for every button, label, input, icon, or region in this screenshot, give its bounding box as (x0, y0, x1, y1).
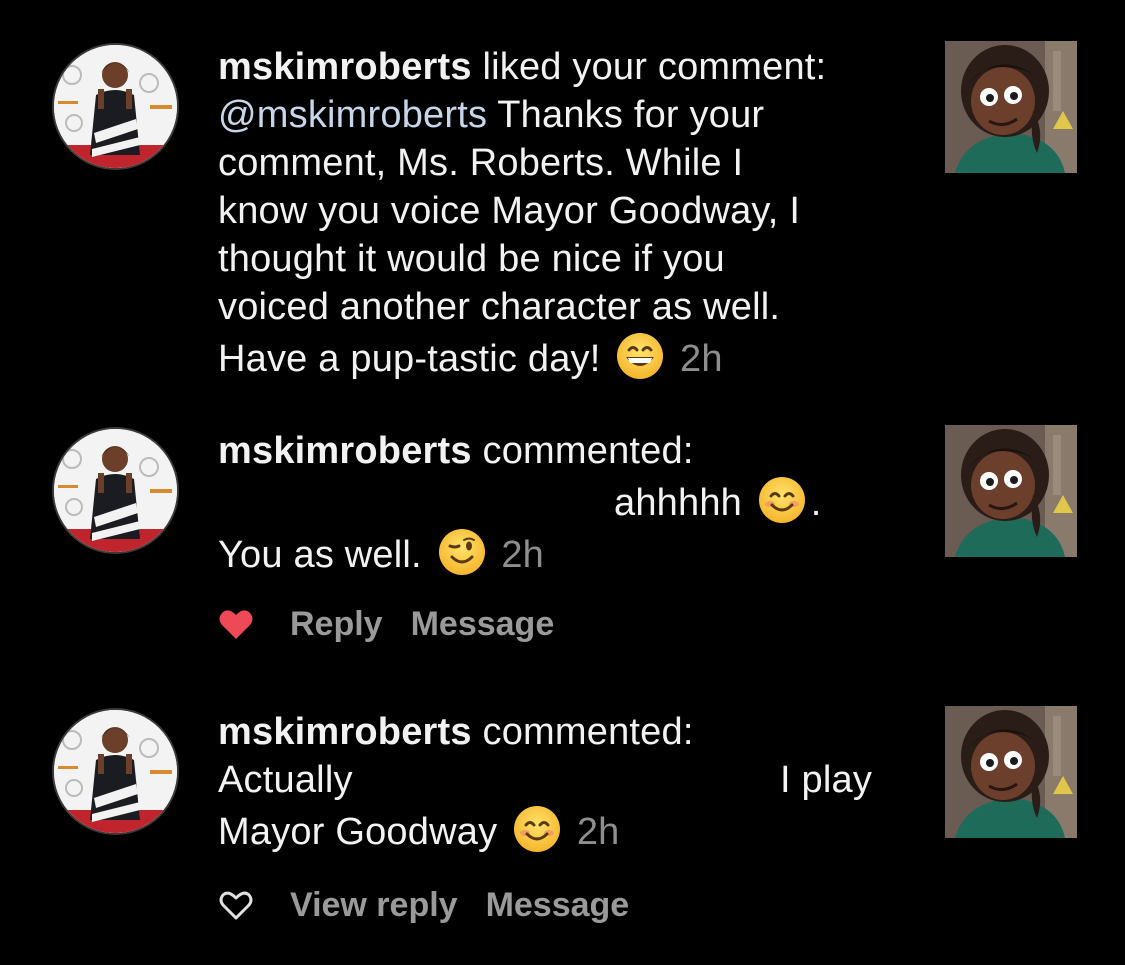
comment-text: voiced another character as well. (218, 286, 781, 328)
action-text: commented: (471, 430, 694, 472)
post-thumbnail[interactable] (945, 706, 1077, 838)
comment-text: comment, Ms. Roberts. While I (218, 142, 744, 184)
comment-actions: Reply Message (218, 599, 582, 649)
reply-button[interactable]: Reply (290, 605, 383, 644)
post-thumbnail[interactable] (945, 41, 1077, 173)
comment-text: ahhhhh (614, 482, 743, 524)
notification-text: mskimroberts commented: ahhhhh . You as … (218, 427, 918, 579)
username[interactable]: mskimroberts (218, 46, 472, 88)
comment-text: You as well. (218, 534, 422, 576)
heart-filled-icon[interactable] (218, 606, 254, 642)
action-text: liked your comment: (471, 46, 827, 88)
message-button[interactable]: Message (486, 886, 630, 925)
mention-link[interactable]: @mskimroberts (218, 94, 487, 136)
heart-outline-icon[interactable] (218, 887, 254, 923)
username[interactable]: mskimroberts (218, 711, 472, 753)
comment-text: . (810, 482, 822, 524)
notification-text: mskimroberts liked your comment: @mskimr… (218, 43, 918, 383)
comment-text: Have a pup-tastic day! (218, 338, 601, 380)
notification-liked-comment[interactable]: mskimroberts liked your comment: @mskimr… (0, 0, 1125, 400)
avatar[interactable] (52, 427, 179, 554)
username[interactable]: mskimroberts (218, 430, 472, 472)
message-button[interactable]: Message (411, 605, 555, 644)
post-thumbnail[interactable] (945, 425, 1077, 557)
comment-text: thought it would be nice if you (218, 238, 725, 280)
avatar[interactable] (52, 43, 179, 170)
timestamp: 2h (576, 811, 620, 853)
avatar[interactable] (52, 708, 179, 835)
timestamp: 2h (501, 534, 544, 576)
winking-face-emoji-icon (438, 529, 485, 575)
comment-text: I play (780, 759, 873, 801)
notification-comment[interactable]: mskimroberts commented: Actually I play M… (0, 680, 1125, 965)
view-reply-button[interactable]: View reply (290, 886, 458, 925)
comment-actions: View reply Message (218, 880, 657, 930)
smiling-face-emoji-icon (514, 806, 561, 852)
timestamp: 2h (680, 338, 723, 380)
notification-text: mskimroberts commented: Actually I play M… (218, 708, 918, 856)
comment-text: Thanks for your (487, 94, 765, 136)
comment-text: Actually (218, 759, 353, 801)
comment-text: know you voice Mayor Goodway, I (218, 190, 801, 232)
notification-comment[interactable]: mskimroberts commented: ahhhhh . You as … (0, 400, 1125, 680)
smiling-face-emoji-icon (758, 477, 805, 523)
action-text: commented: (471, 711, 694, 753)
grinning-face-emoji-icon (617, 333, 664, 379)
comment-text: Mayor Goodway (218, 811, 498, 853)
